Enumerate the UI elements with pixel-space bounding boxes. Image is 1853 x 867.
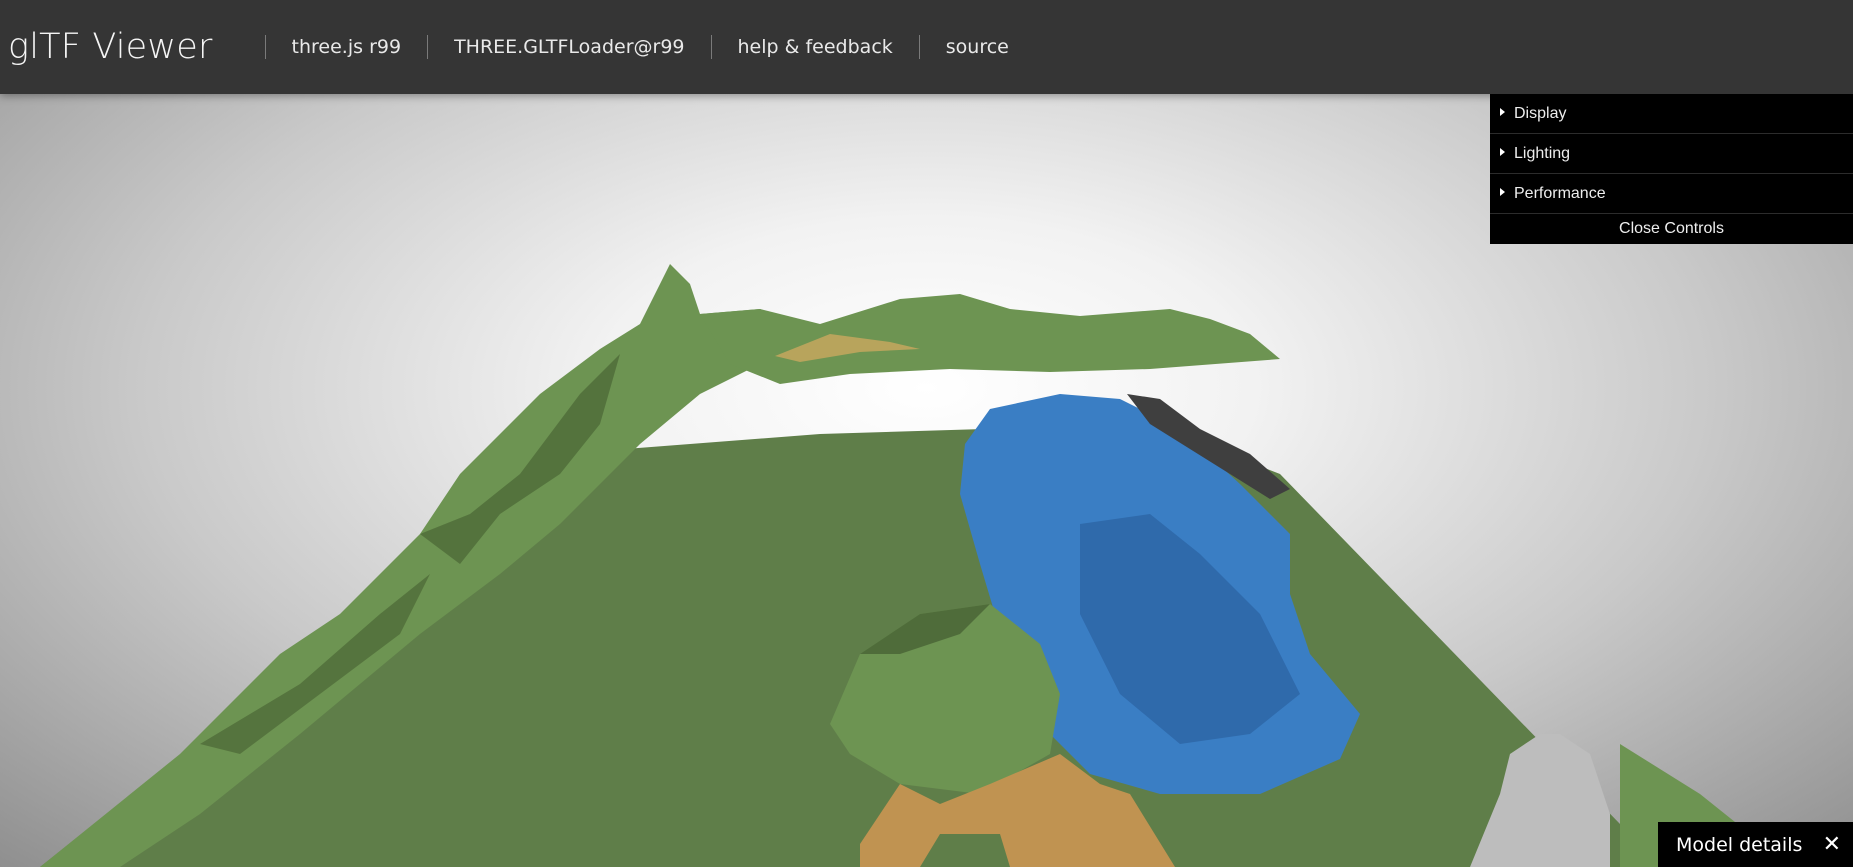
caret-right-icon (1500, 107, 1505, 116)
folder-performance[interactable]: Performance (1490, 174, 1853, 214)
close-icon[interactable]: ✕ (1823, 833, 1841, 856)
folder-display[interactable]: Display (1490, 94, 1853, 134)
nav-link-gltfloader[interactable]: THREE.GLTFLoader@r99 (454, 36, 684, 58)
caret-right-icon (1500, 147, 1505, 156)
folder-label: Display (1514, 104, 1567, 122)
controls-panel: Display Lighting Performance Close Contr… (1490, 94, 1853, 244)
model-details-button[interactable]: Model details ✕ (1658, 822, 1853, 867)
nav-divider (918, 35, 920, 59)
terrain-ridge-far (700, 294, 1280, 384)
folder-label: Performance (1514, 184, 1606, 202)
nav-divider (710, 35, 712, 59)
nav-bar: three.js r99 THREE.GLTFLoader@r99 help &… (239, 35, 1009, 59)
folder-lighting[interactable]: Lighting (1490, 134, 1853, 174)
nav-link-help-feedback[interactable]: help & feedback (738, 36, 893, 58)
app-title: glTF Viewer (8, 27, 213, 67)
folder-label: Lighting (1514, 144, 1571, 162)
nav-link-threejs[interactable]: three.js r99 (292, 36, 402, 58)
close-controls-button[interactable]: Close Controls (1490, 214, 1853, 244)
app-header: glTF Viewer three.js r99 THREE.GLTFLoade… (0, 0, 1853, 94)
nav-link-source[interactable]: source (946, 36, 1009, 58)
model-details-label: Model details (1676, 833, 1803, 856)
nav-divider (264, 35, 266, 59)
caret-right-icon (1500, 187, 1505, 196)
nav-divider (427, 35, 429, 59)
